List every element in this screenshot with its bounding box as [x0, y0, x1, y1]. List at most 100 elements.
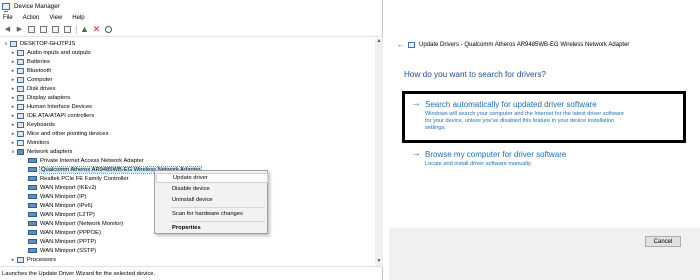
network-adapter-item[interactable]: WAN Miniport (PPPOE)	[28, 228, 101, 237]
expand-chevron-icon[interactable]: ▸	[10, 140, 16, 146]
network-adapter-item[interactable]: WAN Miniport (L2TP)	[28, 210, 95, 219]
expand-chevron-icon[interactable]: ▸	[10, 131, 16, 137]
cancel-button[interactable]: Cancel	[645, 236, 681, 247]
adapter-label: WAN Miniport (IKEv2)	[40, 184, 97, 191]
monitor-icon	[17, 139, 24, 146]
vertical-scrollbar[interactable]: ▲ ▼	[375, 38, 383, 266]
network-adapter-icon	[28, 212, 37, 217]
expand-chevron-icon[interactable]: ▸	[10, 50, 16, 56]
tree-category[interactable]: ▸ Human Interface Devices	[10, 102, 92, 111]
search-automatically-option[interactable]: → Search automatically for updated drive…	[402, 91, 686, 143]
network-adapter-icon	[28, 203, 37, 208]
toolbar: ◀ ▶ ▲ ✕	[0, 23, 383, 37]
adapter-label: WAN Miniport (IP)	[40, 193, 87, 200]
tree-category[interactable]: ▸ Processors	[10, 255, 56, 264]
menu-help[interactable]: Help	[72, 15, 84, 21]
tree-category[interactable]: ▸ Keyboards	[10, 120, 55, 129]
network-adapter-item[interactable]: WAN Miniport (IP)	[28, 192, 87, 201]
tree-category[interactable]: ∨ Network adapters	[10, 147, 72, 156]
adapter-label: Realtek PCIe FE Family Controller	[40, 175, 129, 182]
window-title: Device Manager	[14, 3, 60, 10]
hid-icon	[17, 103, 24, 110]
tree-category-label: Batteries	[27, 58, 50, 65]
expand-chevron-icon[interactable]: ▸	[10, 59, 16, 65]
expand-chevron-icon[interactable]: ▸	[10, 257, 16, 263]
network-adapter-item[interactable]: Realtek PCIe FE Family Controller	[28, 174, 129, 183]
back-arrow-icon[interactable]: ←	[397, 42, 404, 49]
browse-computer-option[interactable]: → Browse my computer for driver software…	[405, 148, 689, 172]
menu-action[interactable]: Action	[23, 15, 40, 21]
tree-category-label: Disk drives	[27, 85, 56, 92]
tree-category-label: Audio inputs and outputs	[27, 49, 91, 56]
tree-category-label: Processors	[27, 256, 56, 263]
collapse-chevron-icon[interactable]: ∨	[10, 149, 16, 155]
battery-icon	[17, 58, 24, 65]
tree-category[interactable]: ▸ Mice and other pointing devices	[10, 129, 109, 138]
network-adapter-icon	[28, 248, 37, 253]
scroll-up-icon[interactable]: ▲	[375, 38, 383, 46]
network-adapter-icon	[28, 185, 37, 190]
expand-chevron-icon[interactable]: ▸	[10, 113, 16, 119]
mouse-icon	[17, 130, 24, 137]
tree-category[interactable]: ▸ Disk drives	[10, 84, 55, 93]
scroll-down-icon[interactable]: ▼	[375, 258, 383, 266]
network-adapter-item[interactable]: WAN Miniport (SSTP)	[28, 246, 96, 255]
tree-category-label: IDE ATA/ATAPI controllers	[27, 112, 95, 119]
network-adapter-icon	[28, 239, 37, 244]
option-auto-title: Search automatically for updated driver …	[425, 100, 597, 109]
menu-item-scan-hardware[interactable]: Scan for hardware changes	[156, 209, 268, 219]
network-adapter-icon	[28, 176, 37, 181]
help-icon[interactable]	[50, 24, 61, 35]
menu-item-uninstall-device[interactable]: Uninstall device	[156, 195, 268, 205]
expand-chevron-icon[interactable]: ▸	[10, 68, 16, 74]
uninstall-x-icon[interactable]: ✕	[91, 24, 102, 35]
option-browse-description: Locate and install driver software manua…	[425, 161, 532, 167]
dialog-title: Update Drivers - Qualcomm Atheros AR9485…	[419, 42, 630, 48]
menu-item-properties[interactable]: Properties	[156, 223, 268, 233]
tree-category-label: Display adapters	[27, 94, 71, 101]
update-driver-icon[interactable]: ▲	[79, 24, 90, 35]
network-adapter-icon	[17, 148, 24, 155]
network-adapter-item[interactable]: WAN Miniport (PPTP)	[28, 237, 96, 246]
expand-chevron-icon[interactable]: ▸	[10, 95, 16, 101]
menu-view[interactable]: View	[49, 15, 62, 21]
network-adapter-item[interactable]: WAN Miniport (IKEv2)	[28, 183, 96, 192]
display-adapter-icon	[17, 94, 24, 101]
device-manager-window: Device Manager File Action View Help ◀ ▶…	[0, 0, 383, 280]
bluetooth-icon	[17, 67, 24, 74]
tree-category[interactable]: ▸ Monitors	[10, 138, 49, 147]
scan-hardware-icon[interactable]	[62, 24, 73, 35]
menu-item-update-driver[interactable]: Update driver	[156, 173, 268, 183]
option-auto-description: Windows will search your computer and th…	[425, 111, 624, 132]
network-adapter-icon	[28, 158, 37, 163]
expand-chevron-icon[interactable]: ▸	[10, 86, 16, 92]
tree-category-label: Human Interface Devices	[27, 103, 93, 110]
menu-item-disable-device[interactable]: Disable device	[156, 184, 268, 194]
network-adapter-icon	[28, 221, 37, 226]
show-hide-tree-icon[interactable]	[26, 24, 37, 35]
back-arrow-icon[interactable]: ◀	[2, 24, 13, 35]
expand-chevron-icon[interactable]: ▸	[10, 104, 16, 110]
network-adapter-item[interactable]: Private Internet Access Network Adapter	[28, 156, 144, 165]
network-adapter-item[interactable]: WAN Miniport (Network Monitor)	[28, 219, 123, 228]
collapse-chevron-icon[interactable]: ∨	[3, 41, 9, 47]
properties-icon[interactable]	[38, 24, 49, 35]
menu-separator	[171, 207, 265, 208]
tree-category[interactable]: ▸ Batteries	[10, 57, 50, 66]
tree-category[interactable]: ▸ IDE ATA/ATAPI controllers	[10, 111, 94, 120]
expand-chevron-icon[interactable]: ▸	[10, 77, 16, 83]
tree-category[interactable]: ▸ Bluetooth	[10, 66, 52, 75]
forward-arrow-icon[interactable]: ▶	[14, 24, 25, 35]
processor-icon	[17, 256, 24, 263]
adapter-label: WAN Miniport (SSTP)	[40, 247, 97, 254]
ide-controller-icon	[17, 112, 24, 119]
adapter-label: Private Internet Access Network Adapter	[40, 157, 144, 164]
tree-category[interactable]: ▸ Audio inputs and outputs	[10, 48, 91, 57]
network-adapter-item[interactable]: WAN Miniport (IPv6)	[28, 201, 93, 210]
disable-device-icon[interactable]	[103, 24, 114, 35]
expand-chevron-icon[interactable]: ▸	[10, 122, 16, 128]
tree-category[interactable]: ▸ Computer	[10, 75, 52, 84]
menu-file[interactable]: File	[3, 15, 13, 21]
tree-root[interactable]: ∨ DESKTOP-GHJTPJS	[3, 39, 75, 48]
tree-category[interactable]: ▸ Display adapters	[10, 93, 70, 102]
